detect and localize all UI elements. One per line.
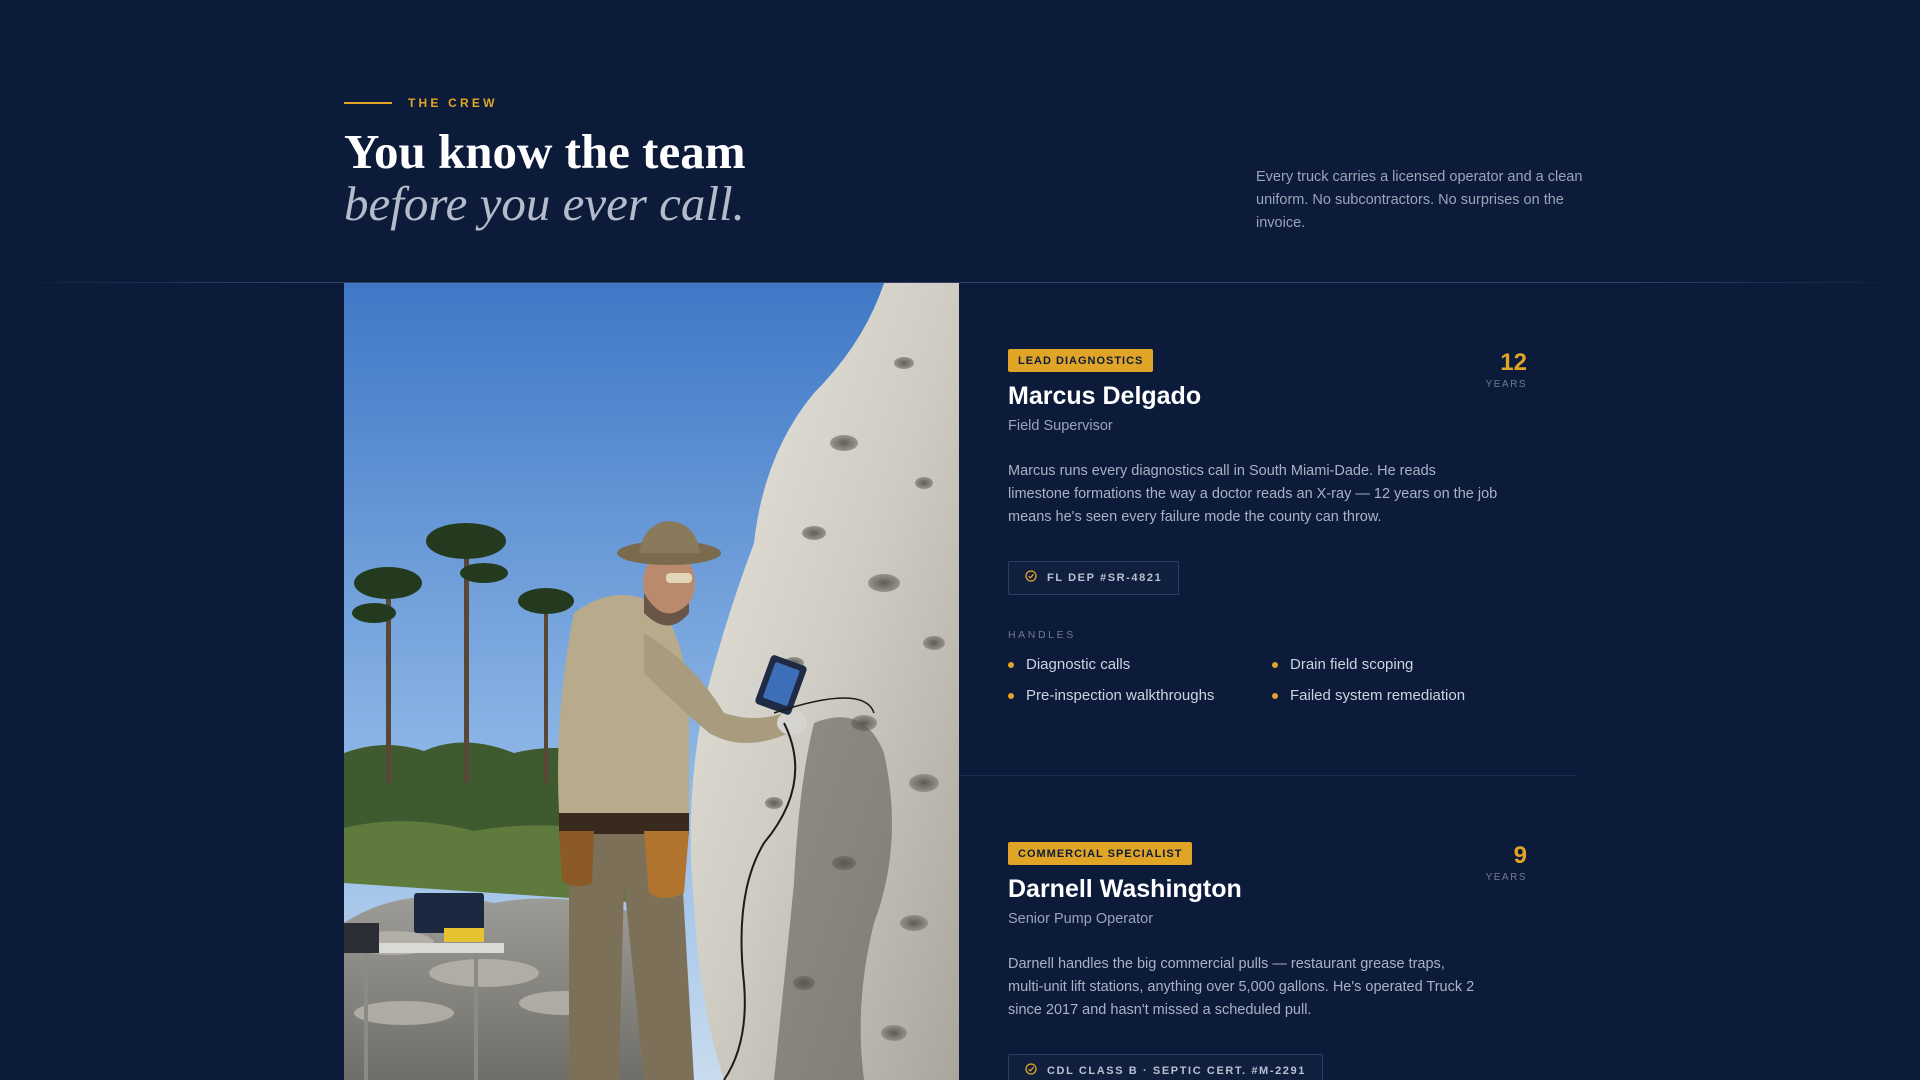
- role-badge: LEAD DIAGNOSTICS: [1008, 349, 1154, 372]
- handles-list: Diagnostic calls Drain field scoping Pre…: [1008, 655, 1528, 705]
- crew-title: Field Supervisor: [1008, 418, 1113, 434]
- section-headline: You know the team before you ever call.: [344, 126, 746, 230]
- crew-card-darnell: COMMERCIAL SPECIALIST Darnell Washington…: [959, 777, 1576, 1080]
- handle-text: Failed system remediation: [1290, 687, 1466, 704]
- dot-icon: [1008, 692, 1014, 699]
- crew-photo: [344, 283, 959, 1080]
- handles-label: HANDLES: [1008, 629, 1076, 641]
- dot-icon: [1008, 661, 1014, 668]
- crew-card-marcus: LEAD DIAGNOSTICS Marcus Delgado Field Su…: [959, 283, 1576, 776]
- license-text: FL DEP #SR-4821: [1047, 572, 1163, 584]
- handle-item: Diagnostic calls: [1008, 655, 1272, 674]
- crew-bio: Marcus runs every diagnostics call in So…: [1008, 463, 1498, 525]
- crew-name: Marcus Delgado: [1008, 382, 1202, 410]
- dot-icon: [1272, 661, 1278, 668]
- crew-bio: Darnell handles the big commercial pulls…: [1008, 956, 1475, 1018]
- years-label: YEARS: [1485, 379, 1527, 390]
- eyebrow-text: THE CREW: [408, 96, 498, 110]
- crew-title: Senior Pump Operator: [1008, 911, 1154, 927]
- years-label: YEARS: [1485, 872, 1527, 883]
- handle-item: Pre-inspection walkthroughs: [1008, 686, 1272, 705]
- handle-text: Drain field scoping: [1290, 656, 1414, 673]
- handle-text: Diagnostic calls: [1026, 656, 1131, 673]
- section-intro: Every truck carries a licensed operator …: [1256, 169, 1583, 231]
- handle-item: Failed system remediation: [1272, 686, 1528, 705]
- license-badge: FL DEP #SR-4821: [1008, 561, 1180, 595]
- years-number: 9: [1513, 842, 1527, 869]
- license-badge: CDL CLASS B · SEPTIC CERT. #M-2291: [1008, 1054, 1323, 1080]
- license-text: CDL CLASS B · SEPTIC CERT. #M-2291: [1047, 1065, 1306, 1077]
- check-badge-icon: [1025, 1062, 1037, 1080]
- role-badge: COMMERCIAL SPECIALIST: [1008, 842, 1193, 865]
- section-eyebrow: THE CREW: [344, 96, 498, 110]
- handle-text: Pre-inspection walkthroughs: [1026, 687, 1215, 704]
- years-number: 12: [1500, 349, 1527, 376]
- crew-section: THE CREW You know the team before you ev…: [0, 0, 1920, 1080]
- dot-icon: [1272, 692, 1278, 699]
- check-badge-icon: [1025, 569, 1037, 587]
- headline-sub: before you ever call.: [344, 176, 745, 231]
- years-experience: 12 YEARS: [1486, 349, 1527, 390]
- eyebrow-rule: [344, 102, 392, 104]
- headline-main: You know the team: [344, 124, 746, 179]
- years-experience: 9 YEARS: [1486, 842, 1527, 883]
- crew-name: Darnell Washington: [1008, 875, 1242, 903]
- handle-item: Drain field scoping: [1272, 655, 1528, 674]
